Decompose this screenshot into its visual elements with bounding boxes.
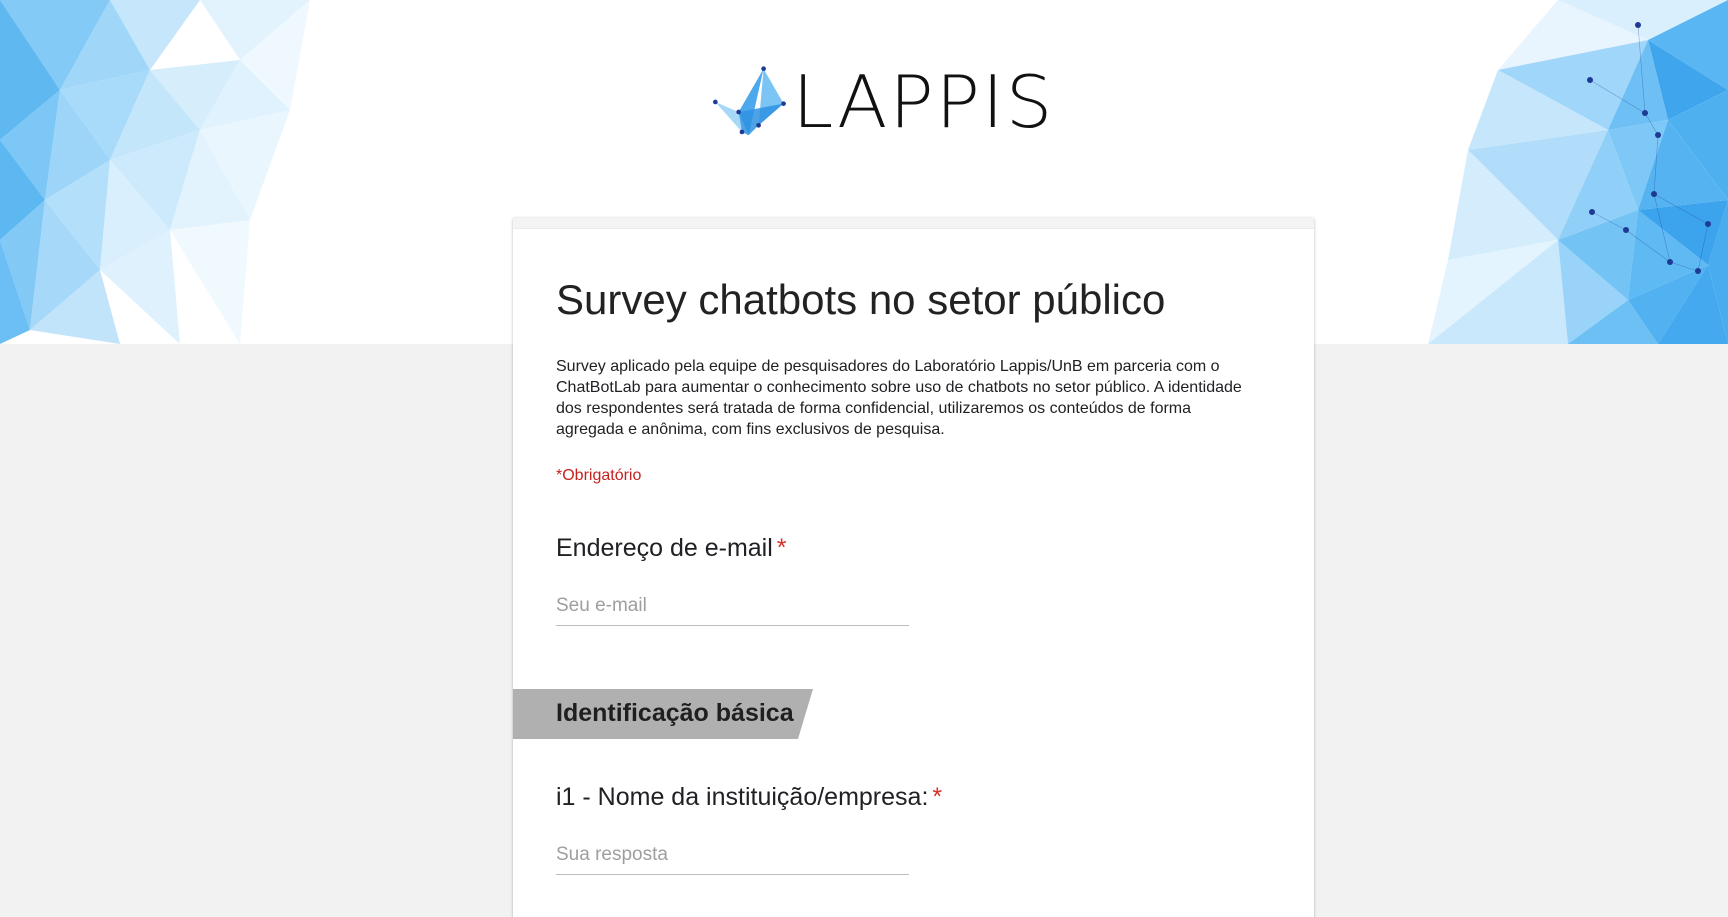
section-title: Identificação básica	[556, 699, 794, 727]
institution-question-text: i1 - Nome da instituição/empresa:	[556, 783, 929, 811]
required-star: *	[932, 783, 943, 811]
form-title: Survey chatbots no setor público	[556, 276, 1166, 323]
email-question-text: Endereço de e-mail	[556, 534, 773, 562]
email-input[interactable]	[556, 589, 909, 626]
email-question: Endereço de e-mail *	[556, 534, 909, 626]
email-question-label: Endereço de e-mail *	[556, 534, 909, 563]
form-card: Survey chatbots no setor público Survey …	[513, 218, 1314, 917]
form-page: LAPPIS Survey chatbots no setor público …	[0, 0, 1728, 917]
lappis-logo: LAPPIS	[712, 52, 1055, 152]
institution-question: i1 - Nome da instituição/empresa: *	[556, 783, 942, 875]
section-header: Identificação básica	[513, 689, 813, 739]
institution-input[interactable]	[556, 838, 909, 875]
polygon-decoration-right	[1428, 0, 1728, 344]
crown-icon	[712, 66, 786, 136]
polygon-decoration-left	[0, 0, 310, 344]
card-top-strip	[513, 218, 1314, 229]
required-note: *Obrigatório	[556, 467, 642, 484]
required-star: *	[776, 534, 787, 562]
logo-text: LAPPIS	[792, 60, 1055, 144]
form-description: Survey aplicado pela equipe de pesquisad…	[556, 358, 1242, 438]
institution-question-label: i1 - Nome da instituição/empresa: *	[556, 783, 942, 812]
